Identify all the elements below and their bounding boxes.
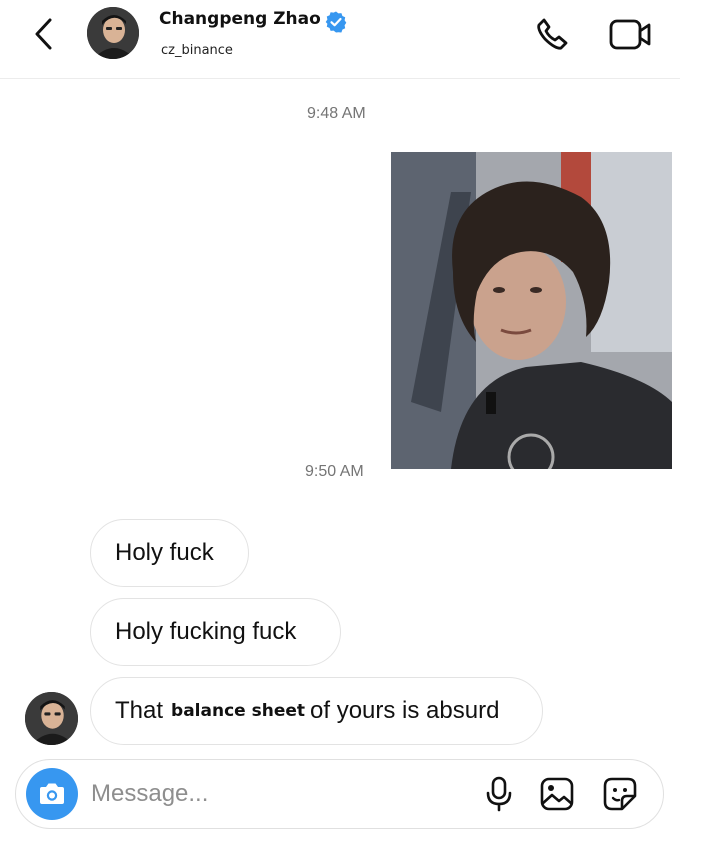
message-text-prefix: That: [115, 697, 164, 724]
sticker-button[interactable]: [600, 774, 640, 814]
profile-photo: [87, 7, 139, 59]
message-text: Holy fuck: [115, 539, 214, 566]
contact-name[interactable]: Changpeng Zhao: [159, 9, 321, 29]
camera-icon: [40, 783, 64, 804]
sticker-icon: [603, 777, 637, 811]
camera-button[interactable]: [26, 768, 78, 820]
phone-icon: [537, 18, 568, 50]
chevron-left-icon: [35, 18, 52, 50]
timestamp: 9:50 AM: [305, 463, 364, 480]
chat-header: Changpeng Zhao cz_binance: [0, 0, 680, 79]
avatar[interactable]: [87, 7, 139, 59]
image-icon: [540, 777, 574, 811]
message-text-suffix: of yours is absurd: [310, 697, 500, 724]
sender-avatar[interactable]: [25, 692, 78, 745]
microphone-icon: [486, 776, 512, 812]
timestamp: 9:48 AM: [307, 105, 366, 122]
message-bubble[interactable]: Holy fucking fuck: [90, 598, 341, 666]
voice-message-button[interactable]: [479, 774, 519, 814]
message-bubble[interactable]: Holy fuck: [90, 519, 249, 587]
gallery-button[interactable]: [537, 774, 577, 814]
message-composer: [15, 759, 664, 829]
message-text-bold: balance sheet: [171, 701, 306, 721]
shared-photo: [391, 152, 672, 469]
message-text: Holy fucking fuck: [115, 618, 297, 645]
photo-message[interactable]: [391, 152, 672, 469]
profile-photo: [25, 692, 78, 745]
video-call-button[interactable]: [606, 14, 656, 56]
contact-handle: cz_binance: [161, 43, 233, 58]
direct-message-screen: Changpeng Zhao cz_binance 9:48 AM 9:50 A…: [0, 0, 701, 851]
message-input[interactable]: [91, 770, 461, 818]
audio-call-button[interactable]: [530, 14, 574, 56]
verified-badge-icon: [325, 11, 347, 33]
video-camera-icon: [609, 19, 651, 50]
message-bubble[interactable]: That balance sheet of yours is absurd: [90, 677, 543, 745]
back-button[interactable]: [26, 14, 62, 54]
